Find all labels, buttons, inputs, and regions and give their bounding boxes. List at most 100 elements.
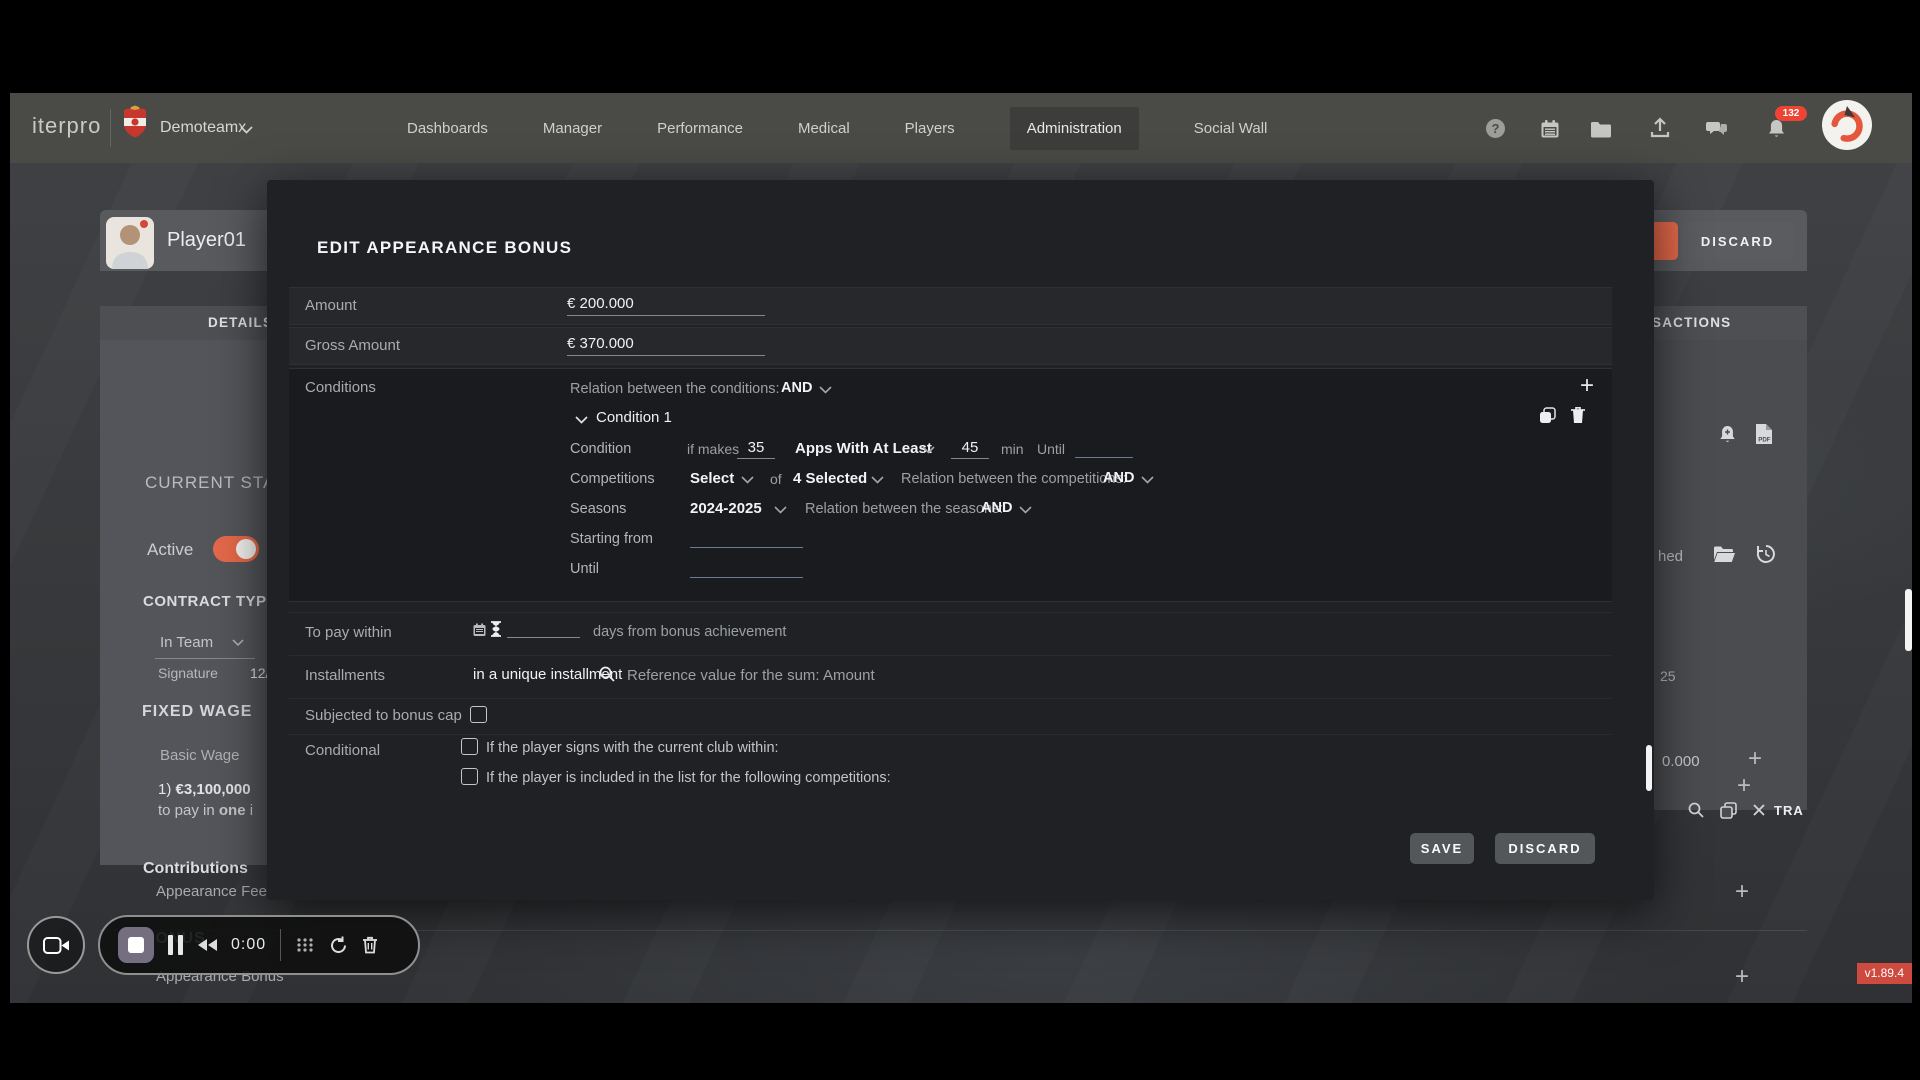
- modal-save-button[interactable]: SAVE: [1410, 833, 1474, 864]
- tab-transactions[interactable]: SACTIONS: [1652, 315, 1731, 330]
- conditional-row: Conditional If the player signs with the…: [289, 734, 1612, 806]
- pause-recording-button[interactable]: [168, 935, 183, 955]
- recorder-camera-button[interactable]: [27, 916, 85, 974]
- add-row-button[interactable]: +: [1735, 963, 1749, 991]
- in-team-dropdown[interactable]: In Team: [160, 634, 213, 651]
- until-date-input[interactable]: [1075, 440, 1133, 458]
- nav-item-administration[interactable]: Administration: [1010, 107, 1139, 150]
- starting-from-input[interactable]: [690, 529, 803, 548]
- add-row-button[interactable]: +: [1735, 878, 1749, 906]
- add-button[interactable]: +: [1748, 745, 1762, 773]
- chevron-down-icon[interactable]: [871, 476, 884, 484]
- open-folder-icon[interactable]: [1713, 545, 1736, 568]
- pay-within-row: To pay within days from bonus achievemen…: [289, 612, 1612, 656]
- gross-amount-input[interactable]: € 370.000: [567, 335, 765, 356]
- season-fragment: 25: [1660, 668, 1676, 684]
- relation-conditions-label: Relation between the conditions:: [570, 381, 780, 397]
- modal-discard-button[interactable]: DISCARD: [1495, 833, 1595, 864]
- gross-amount-row: Gross Amount € 370.000: [289, 327, 1612, 365]
- drag-handle-icon[interactable]: [295, 936, 315, 954]
- help-icon[interactable]: ?: [1486, 119, 1505, 138]
- tab-details[interactable]: DETAILS: [208, 315, 273, 330]
- bell-plus-icon[interactable]: [1718, 425, 1737, 450]
- recording-time: 0:00: [231, 936, 266, 954]
- chevron-down-icon[interactable]: [741, 476, 754, 484]
- question-glyph: ?: [1492, 121, 1500, 136]
- add-condition-button[interactable]: +: [1580, 372, 1594, 400]
- fixed-wage-header: FIXED WAGE: [142, 703, 252, 721]
- nav-item-social-wall[interactable]: Social Wall: [1194, 120, 1268, 137]
- until-row-label: Until: [570, 561, 599, 577]
- restart-recording-icon[interactable]: [329, 936, 348, 955]
- calendar-small-icon[interactable]: [473, 623, 486, 642]
- stop-recording-button[interactable]: [118, 927, 154, 963]
- conditional-label: Conditional: [305, 742, 380, 759]
- chevron-down-icon[interactable]: [240, 126, 253, 134]
- of-label: of: [770, 471, 782, 487]
- user-avatar[interactable]: [1822, 100, 1872, 150]
- duplicate-icon[interactable]: [1720, 802, 1737, 824]
- search-icon[interactable]: [1688, 802, 1704, 823]
- search-icon[interactable]: [599, 666, 615, 687]
- chevron-down-icon[interactable]: [774, 506, 787, 514]
- chevron-down-icon[interactable]: [819, 386, 832, 394]
- conditional-option1-checkbox[interactable]: [461, 738, 478, 755]
- collapse-condition-icon[interactable]: [575, 416, 588, 424]
- iterpro-logo: iterpro: [32, 113, 101, 139]
- nav-item-dashboards[interactable]: Dashboards: [407, 120, 488, 137]
- nav-item-medical[interactable]: Medical: [798, 120, 850, 137]
- hourglass-icon[interactable]: [490, 621, 502, 642]
- team-selector[interactable]: Demoteamx: [160, 119, 246, 137]
- edit-appearance-bonus-modal: EDIT APPEARANCE BONUS Amount € 200.000 G…: [267, 180, 1654, 900]
- relation-competitions-dropdown[interactable]: AND: [1103, 470, 1134, 486]
- transactions-text-fragment: TRA: [1774, 803, 1804, 818]
- competitions-selected-dropdown[interactable]: 4 Selected: [793, 470, 867, 487]
- nav-item-manager[interactable]: Manager: [543, 120, 602, 137]
- until-label: Until: [1037, 441, 1065, 457]
- rewind-icon[interactable]: [197, 938, 217, 952]
- wage-amount: 1) €3,100,000: [158, 781, 251, 798]
- add-button[interactable]: +: [1737, 772, 1751, 800]
- nav-item-players[interactable]: Players: [905, 120, 955, 137]
- if-makes-label: if makes: [687, 441, 739, 457]
- delete-recording-icon[interactable]: [362, 936, 378, 954]
- calendar-icon[interactable]: [1540, 119, 1560, 139]
- history-icon[interactable]: [1756, 544, 1776, 569]
- page-discard-button[interactable]: DISCARD: [1681, 222, 1794, 260]
- amount-label: Amount: [305, 297, 357, 314]
- bonus-cap-checkbox[interactable]: [470, 706, 487, 723]
- chevron-down-icon[interactable]: [922, 446, 935, 454]
- pay-within-label: To pay within: [305, 624, 392, 641]
- bonus-cap-row: Subjected to bonus cap: [289, 698, 1612, 735]
- nav-item-performance[interactable]: Performance: [657, 120, 743, 137]
- folder-icon[interactable]: [1590, 121, 1612, 138]
- svg-text:PDF: PDF: [1758, 437, 1771, 444]
- close-icon[interactable]: [1752, 803, 1766, 822]
- minutes-input[interactable]: 45: [951, 439, 989, 459]
- duplicate-condition-icon[interactable]: [1539, 407, 1556, 429]
- current-status-header: CURRENT STA: [145, 473, 275, 493]
- relation-conditions-dropdown[interactable]: AND: [781, 380, 812, 396]
- chat-icon[interactable]: [1705, 119, 1728, 139]
- bell-icon[interactable]: [1767, 119, 1786, 140]
- page-scrollbar[interactable]: [1905, 589, 1912, 651]
- save-button-fragment[interactable]: [1650, 222, 1678, 260]
- conditional-option2-checkbox[interactable]: [461, 768, 478, 785]
- active-toggle[interactable]: [213, 536, 259, 562]
- upload-icon[interactable]: [1650, 117, 1670, 139]
- amount-input[interactable]: € 200.000: [567, 295, 765, 316]
- apps-count-input[interactable]: 35: [737, 439, 775, 459]
- seasons-dropdown[interactable]: 2024-2025: [690, 500, 762, 517]
- relation-seasons-dropdown[interactable]: AND: [981, 500, 1012, 516]
- apps-type-dropdown[interactable]: Apps With At Least: [795, 440, 932, 457]
- pay-within-days-input[interactable]: [507, 621, 580, 638]
- chevron-down-icon[interactable]: [232, 639, 244, 646]
- chevron-down-icon[interactable]: [1019, 506, 1032, 514]
- modal-scrollbar[interactable]: [1646, 745, 1652, 791]
- pdf-export-icon[interactable]: PDF: [1755, 423, 1773, 450]
- delete-condition-icon[interactable]: [1570, 406, 1586, 429]
- appearance-fees-row[interactable]: Appearance Fees: [156, 883, 274, 900]
- until-row-input[interactable]: [690, 559, 803, 578]
- chevron-down-icon[interactable]: [1141, 476, 1154, 484]
- competitions-select-dropdown[interactable]: Select: [690, 470, 734, 487]
